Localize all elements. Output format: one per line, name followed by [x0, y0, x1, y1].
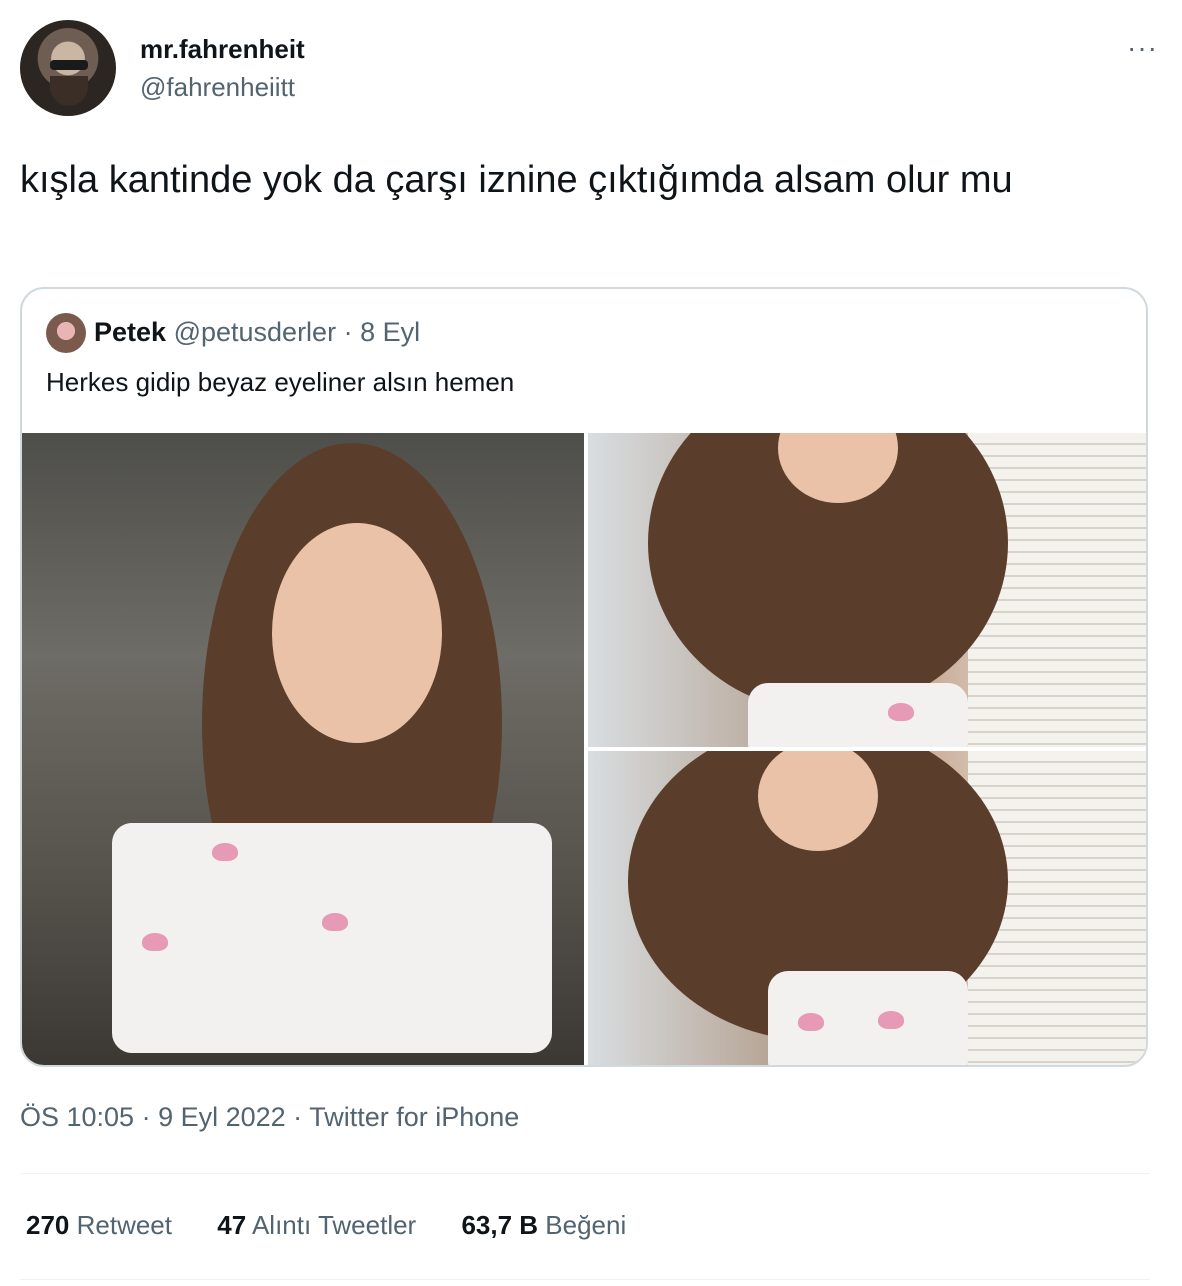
quoted-tweet[interactable]: Petek @petusderler · 8 Eyl Herkes gidip …	[20, 287, 1148, 1067]
divider	[20, 1173, 1150, 1174]
author-avatar[interactable]	[20, 20, 116, 116]
tweet-text: kışla kantinde yok da çarşı iznine çıktı…	[20, 159, 1013, 201]
tweet-source[interactable]: Twitter for iPhone	[309, 1102, 519, 1132]
quoted-photo-1[interactable]	[22, 433, 584, 1065]
quoted-author-avatar	[46, 313, 86, 353]
retweets-stat[interactable]: 270 Retweet	[26, 1210, 172, 1240]
quoted-tweet-text: Herkes gidip beyaz eyeliner alsın hemen	[46, 367, 515, 397]
quoted-media-grid	[22, 433, 1146, 1065]
more-options-icon[interactable]: ···	[1127, 32, 1158, 64]
quoted-author-handle: @petusderler	[173, 317, 337, 347]
divider	[20, 1279, 1150, 1280]
quote-tweets-stat[interactable]: 47 Alıntı Tweetler	[217, 1210, 416, 1240]
author-handle[interactable]: @fahrenheiitt	[140, 72, 295, 103]
quote-tweets-count: 47	[217, 1210, 247, 1240]
quoted-photo-3[interactable]	[588, 751, 1146, 1065]
quoted-date: 8 Eyl	[360, 317, 421, 347]
author-display-name[interactable]: mr.fahrenheit	[140, 34, 305, 65]
retweets-count: 270	[26, 1210, 70, 1240]
quoted-tweet-meta: Petek @petusderler · 8 Eyl	[94, 317, 420, 348]
meta-separator: ·	[134, 1102, 159, 1132]
avatar-beard	[50, 76, 88, 106]
quoted-author-name: Petek	[94, 317, 167, 347]
tweet-date[interactable]: 9 Eyl 2022	[158, 1102, 286, 1132]
quoted-separator: ·	[336, 317, 361, 347]
quoted-photo-2[interactable]	[588, 433, 1146, 747]
likes-count: 63,7 B	[461, 1210, 539, 1240]
tweet-stats: 270 Retweet 47 Alıntı Tweetler 63,7 B Be…	[26, 1210, 664, 1241]
retweets-label: Retweet	[69, 1210, 172, 1240]
likes-stat[interactable]: 63,7 B Beğeni	[461, 1210, 626, 1240]
avatar-sunglasses	[50, 60, 88, 70]
meta-separator: ·	[285, 1102, 310, 1132]
likes-label: Beğeni	[538, 1210, 627, 1240]
tweet-header: mr.fahrenheit @fahrenheiitt ···	[20, 20, 1162, 120]
tweet-timestamp-line: ÖS 10:05 · 9 Eyl 2022 · Twitter for iPho…	[20, 1102, 519, 1133]
quote-tweets-label: Alıntı Tweetler	[246, 1210, 417, 1240]
tweet-time[interactable]: ÖS 10:05	[20, 1102, 134, 1132]
